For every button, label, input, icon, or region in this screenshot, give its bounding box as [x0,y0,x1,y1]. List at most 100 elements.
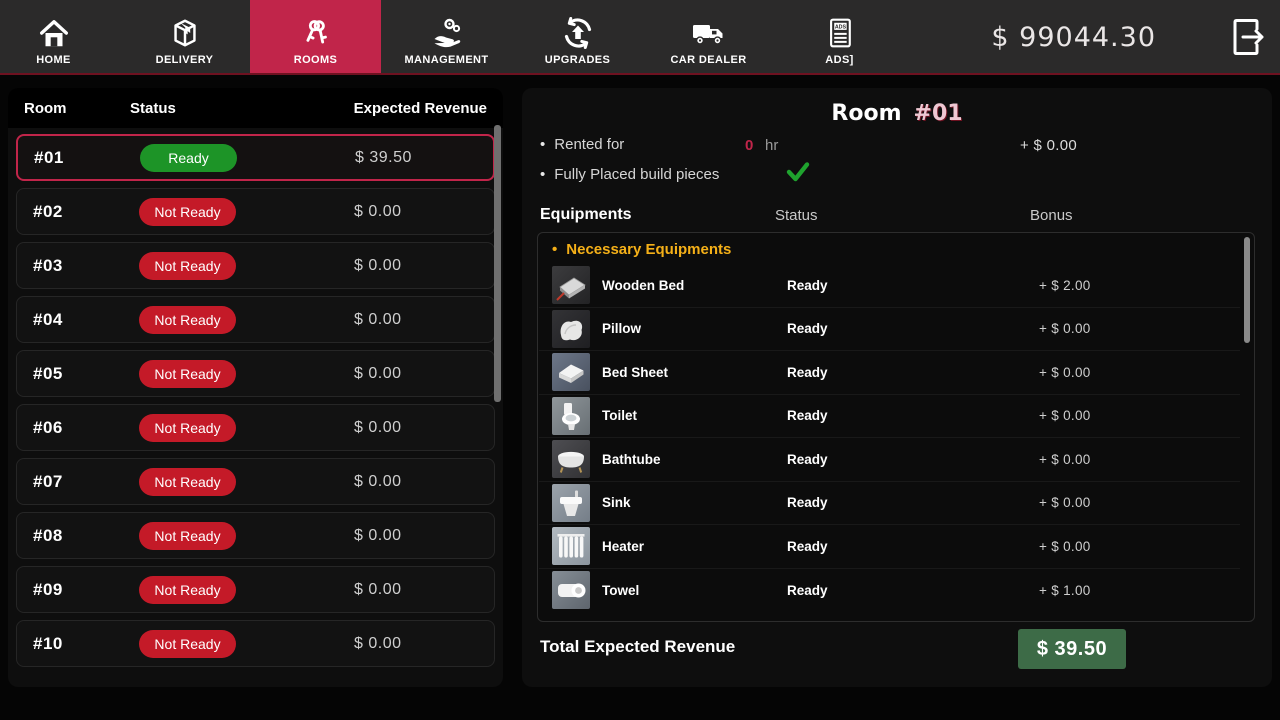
bed-sheet-thumb [552,353,590,392]
equipment-status: Ready [787,321,828,337]
equipment-name: Towel [602,582,640,598]
header-status: Status [130,99,176,117]
equipment-row-pillow[interactable]: Pillow Ready + $ 0.00 [539,308,1240,351]
equipment-bonus: + $ 0.00 [1039,495,1091,511]
room-row-02[interactable]: #02 Not Ready $ 0.00 [16,188,495,235]
room-row-06[interactable]: #06 Not Ready $ 0.00 [16,404,495,451]
equipment-status: Ready [787,582,828,598]
equipment-scrollbar[interactable] [1244,237,1250,343]
room-revenue: $ 0.00 [354,418,402,436]
newspaper-ads-icon: ADS [824,11,856,51]
tab-upgrades[interactable]: UPGRADES [512,0,643,73]
room-revenue: $ 0.00 [354,472,402,490]
equipment-name: Bed Sheet [602,364,669,380]
tab-delivery[interactable]: DELIVERY [119,0,250,73]
room-id: #08 [33,525,63,545]
equipment-bonus: + $ 0.00 [1039,408,1091,424]
room-id: #02 [33,201,63,221]
room-row-03[interactable]: #03 Not Ready $ 0.00 [16,242,495,289]
room-list-panel: Room Status Expected Revenue #01 Ready $… [8,88,503,687]
room-detail-title: Room #01 [522,101,1272,126]
room-id: #03 [33,255,63,275]
room-list-scrollbar[interactable] [494,125,501,402]
status-badge: Not Ready [139,521,236,550]
equipment-name: Wooden Bed [602,277,685,293]
equipment-status: Ready [787,277,828,293]
tab-label: ROOMS [293,54,338,66]
tab-label: UPGRADES [544,54,611,66]
room-id: #09 [33,579,63,599]
room-row-01[interactable]: #01 Ready $ 39.50 [16,134,495,181]
equipment-name: Pillow [602,321,642,337]
equipment-row-bathtube[interactable]: Bathtube Ready + $ 0.00 [539,438,1240,482]
upgrade-cycle-icon [560,11,596,51]
necessary-equipments-label: Necessary Equipments [566,241,732,258]
tab-label: CAR DEALER [670,54,747,66]
fully-placed-line: • Fully Placed build pieces [540,166,719,183]
equipment-rows: Wooden Bed Ready + $ 2.00 Pillow Ready +… [539,264,1240,612]
room-list-header: Room Status Expected Revenue [8,88,503,128]
rented-bonus-value: + $ 0.00 [1020,137,1078,154]
status-badge: Not Ready [139,467,236,496]
room-row-09[interactable]: #09 Not Ready $ 0.00 [16,566,495,613]
equipment-row-wooden-bed[interactable]: Wooden Bed Ready + $ 2.00 [539,264,1240,308]
room-row-08[interactable]: #08 Not Ready $ 0.00 [16,512,495,559]
bullet: • [540,166,546,183]
svg-text:ADS: ADS [834,25,846,31]
equipments-header: Equipments [540,206,632,223]
tab-label: HOME [36,54,71,66]
room-id: #05 [33,363,63,383]
room-row-10[interactable]: #10 Not Ready $ 0.00 [16,620,495,667]
pillow-thumb [552,309,590,348]
equipment-list-container: • Necessary Equipments Wooden Bed Ready … [537,232,1255,622]
room-revenue: $ 39.50 [355,148,412,166]
equipment-status: Ready [787,495,828,511]
tab-label: MANAGEMENT [404,54,489,66]
equipment-row-sink[interactable]: Sink Ready + $ 0.00 [539,482,1240,525]
tab-management[interactable]: MANAGEMENT [381,0,512,73]
bathtub-thumb [552,440,590,479]
room-id: #07 [33,471,63,491]
equipment-bonus: + $ 0.00 [1039,321,1091,337]
top-nav-bar: HOME DELIVERY ROOMS MANAGEMENT UPGRADES [0,0,1280,75]
header-room: Room [24,99,67,117]
room-id: #01 [34,147,64,167]
room-revenue: $ 0.00 [354,202,402,220]
equipment-row-towel[interactable]: Towel Ready + $ 1.00 [539,569,1240,613]
room-row-07[interactable]: #07 Not Ready $ 0.00 [16,458,495,505]
balance-display: $ 99044.30 [991,22,1156,53]
room-row-05[interactable]: #05 Not Ready $ 0.00 [16,350,495,397]
tab-rooms[interactable]: ROOMS [250,0,381,73]
equipment-bonus: + $ 0.00 [1039,451,1091,467]
equipment-status: Ready [787,451,828,467]
exit-button[interactable] [1226,13,1270,61]
equipment-bonus: + $ 0.00 [1039,364,1091,380]
header-expected-revenue: Expected Revenue [353,99,487,117]
equipment-name: Bathtube [602,451,661,467]
hand-gears-icon [429,11,465,51]
tab-home[interactable]: HOME [0,0,119,73]
status-badge: Not Ready [139,197,236,226]
equipment-row-heater[interactable]: Heater Ready + $ 0.00 [539,525,1240,569]
total-expected-revenue-label: Total Expected Revenue [540,637,736,656]
exit-door-icon [1233,19,1264,55]
room-revenue: $ 0.00 [354,580,402,598]
sink-thumb [552,483,590,522]
status-badge: Ready [140,143,237,172]
equipment-name: Heater [602,538,645,554]
room-row-04[interactable]: #04 Not Ready $ 0.00 [16,296,495,343]
equipment-row-toilet[interactable]: Toilet Ready + $ 0.00 [539,395,1240,438]
total-expected-revenue-value: $ 39.50 [1018,629,1126,669]
rented-for-line: • Rented for [540,136,624,153]
tab-ads[interactable]: ADS ADS] [774,0,905,73]
room-rows: #01 Ready $ 39.50 #02 Not Ready $ 0.00 #… [8,128,503,667]
tab-label: ADS] [825,54,854,66]
green-check-icon [786,161,810,183]
tab-car-dealer[interactable]: CAR DEALER [643,0,774,73]
status-badge: Not Ready [139,629,236,658]
equipment-status: Ready [787,364,828,380]
equipment-status-header: Status [775,207,818,224]
delivery-box-icon [168,11,202,51]
home-icon [37,11,71,51]
equipment-row-bed-sheet[interactable]: Bed Sheet Ready + $ 0.00 [539,351,1240,395]
